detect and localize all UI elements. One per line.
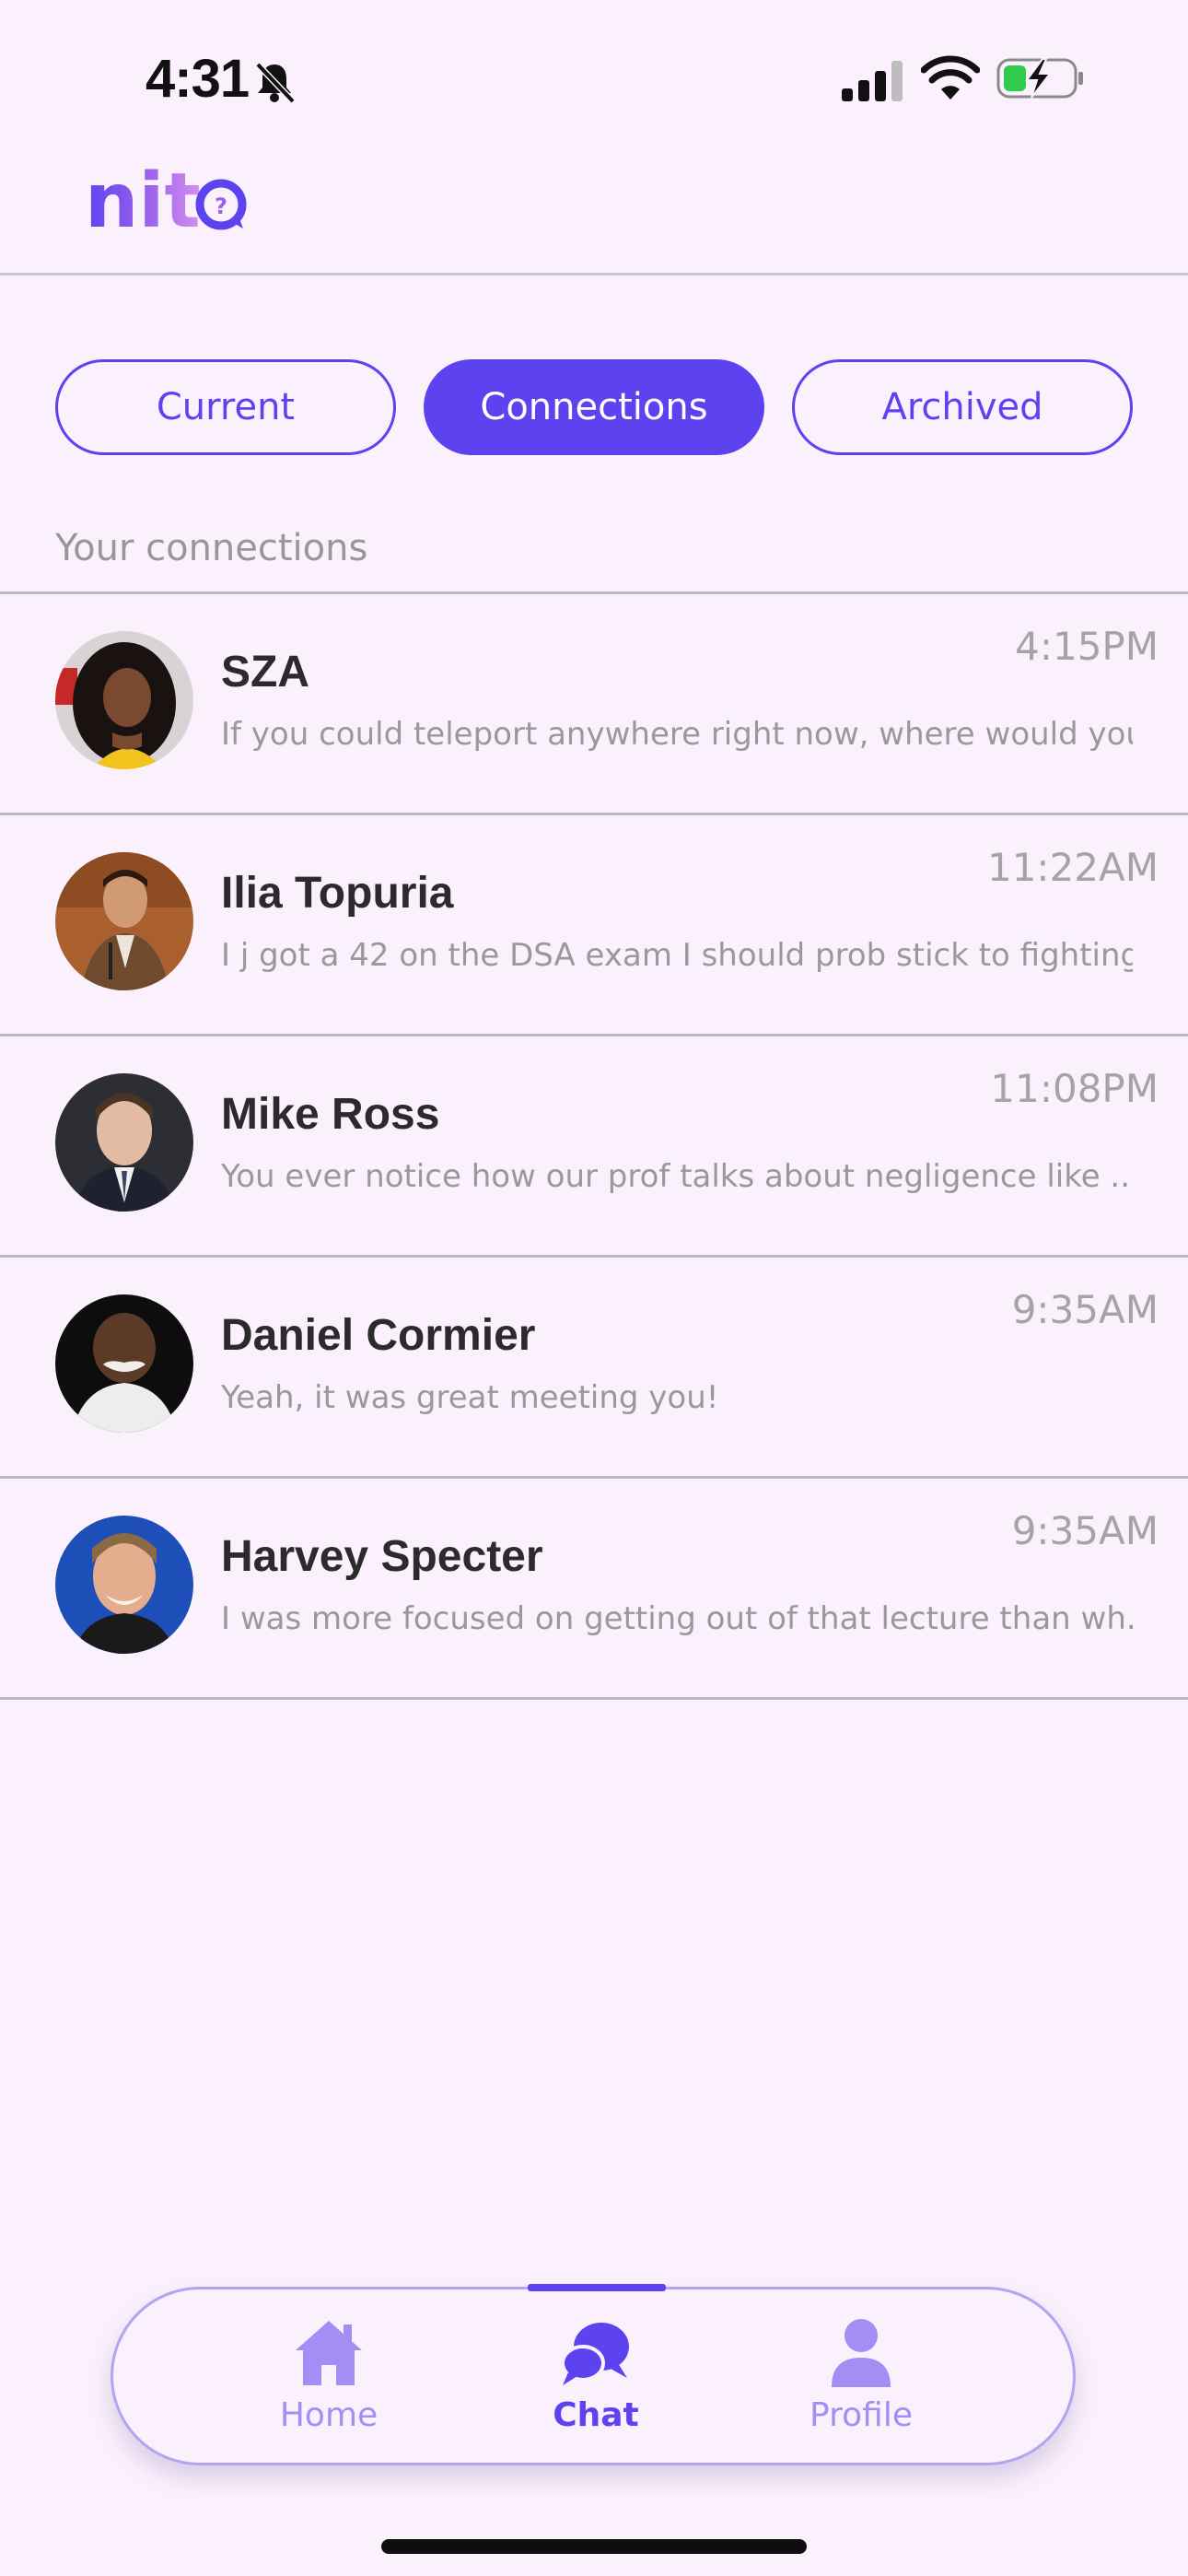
status-bar: 4:31: [0, 0, 1188, 157]
svg-text:?: ?: [215, 193, 227, 219]
list-item[interactable]: Ilia Topuria I j got a 42 on the DSA exa…: [0, 815, 1188, 1034]
nav-profile-label: Profile: [809, 2396, 913, 2434]
bottom-nav: Home Chat Profile: [111, 2284, 1076, 2465]
contact-name: Daniel Cormier: [221, 1311, 536, 1360]
message-preview: I was more focused on getting out of tha…: [221, 1600, 1133, 1637]
list-divider: [0, 1697, 1188, 1700]
app-screen: 4:31 nit ? Current Connections Archived …: [0, 0, 1188, 2576]
contact-name: Harvey Specter: [221, 1532, 543, 1581]
avatar: [55, 1073, 193, 1212]
message-time: 9:35AM: [1011, 1287, 1159, 1332]
message-preview: Yeah, it was great meeting you!: [221, 1379, 719, 1416]
cellular-signal-icon: [842, 61, 903, 101]
list-item[interactable]: Daniel Cormier Yeah, it was great meetin…: [0, 1258, 1188, 1476]
status-time: 4:31: [146, 49, 250, 109]
header-divider: [0, 273, 1188, 275]
battery-charging-icon: [996, 58, 1083, 99]
wifi-icon: [921, 55, 980, 100]
list-item[interactable]: SZA If you could teleport anywhere right…: [0, 594, 1188, 813]
list-item[interactable]: Harvey Specter I was more focused on get…: [0, 1479, 1188, 1697]
section-title: Your connections: [55, 527, 368, 569]
svg-text:nit: nit: [85, 158, 201, 238]
avatar: [55, 1294, 193, 1433]
app-logo: nit ?: [85, 155, 260, 245]
chat-icon: [561, 2323, 629, 2385]
contact-name: SZA: [221, 648, 309, 697]
message-time: 11:08PM: [990, 1066, 1159, 1111]
message-time: 4:15PM: [1015, 624, 1159, 669]
home-indicator[interactable]: [381, 2539, 807, 2554]
home-icon: [296, 2321, 362, 2385]
tab-connections[interactable]: Connections: [424, 359, 764, 455]
message-preview: You ever notice how our prof talks about…: [221, 1158, 1133, 1195]
active-tab-indicator: [528, 2284, 666, 2291]
nito-logo-icon: nit ?: [85, 158, 247, 245]
list-item[interactable]: Mike Ross You ever notice how our prof t…: [0, 1036, 1188, 1255]
nav-home[interactable]: Home: [237, 2317, 421, 2446]
avatar: [55, 1516, 193, 1654]
tab-archived[interactable]: Archived: [792, 359, 1133, 455]
message-preview: If you could teleport anywhere right now…: [221, 716, 1133, 753]
message-time: 9:35AM: [1011, 1508, 1159, 1553]
contact-name: Mike Ross: [221, 1090, 440, 1139]
nav-profile[interactable]: Profile: [769, 2317, 953, 2446]
avatar: [55, 852, 193, 990]
nav-home-label: Home: [279, 2396, 379, 2434]
nav-chat[interactable]: Chat: [504, 2317, 688, 2446]
tab-current[interactable]: Current: [55, 359, 396, 455]
contact-name: Ilia Topuria: [221, 869, 454, 918]
bell-slash-icon: [255, 62, 296, 104]
profile-icon: [832, 2319, 891, 2387]
connections-list: SZA If you could teleport anywhere right…: [0, 591, 1188, 1700]
message-preview: I j got a 42 on the DSA exam I should pr…: [221, 937, 1133, 974]
nav-chat-label: Chat: [553, 2396, 639, 2434]
avatar: [55, 631, 193, 769]
message-time: 11:22AM: [986, 845, 1159, 890]
